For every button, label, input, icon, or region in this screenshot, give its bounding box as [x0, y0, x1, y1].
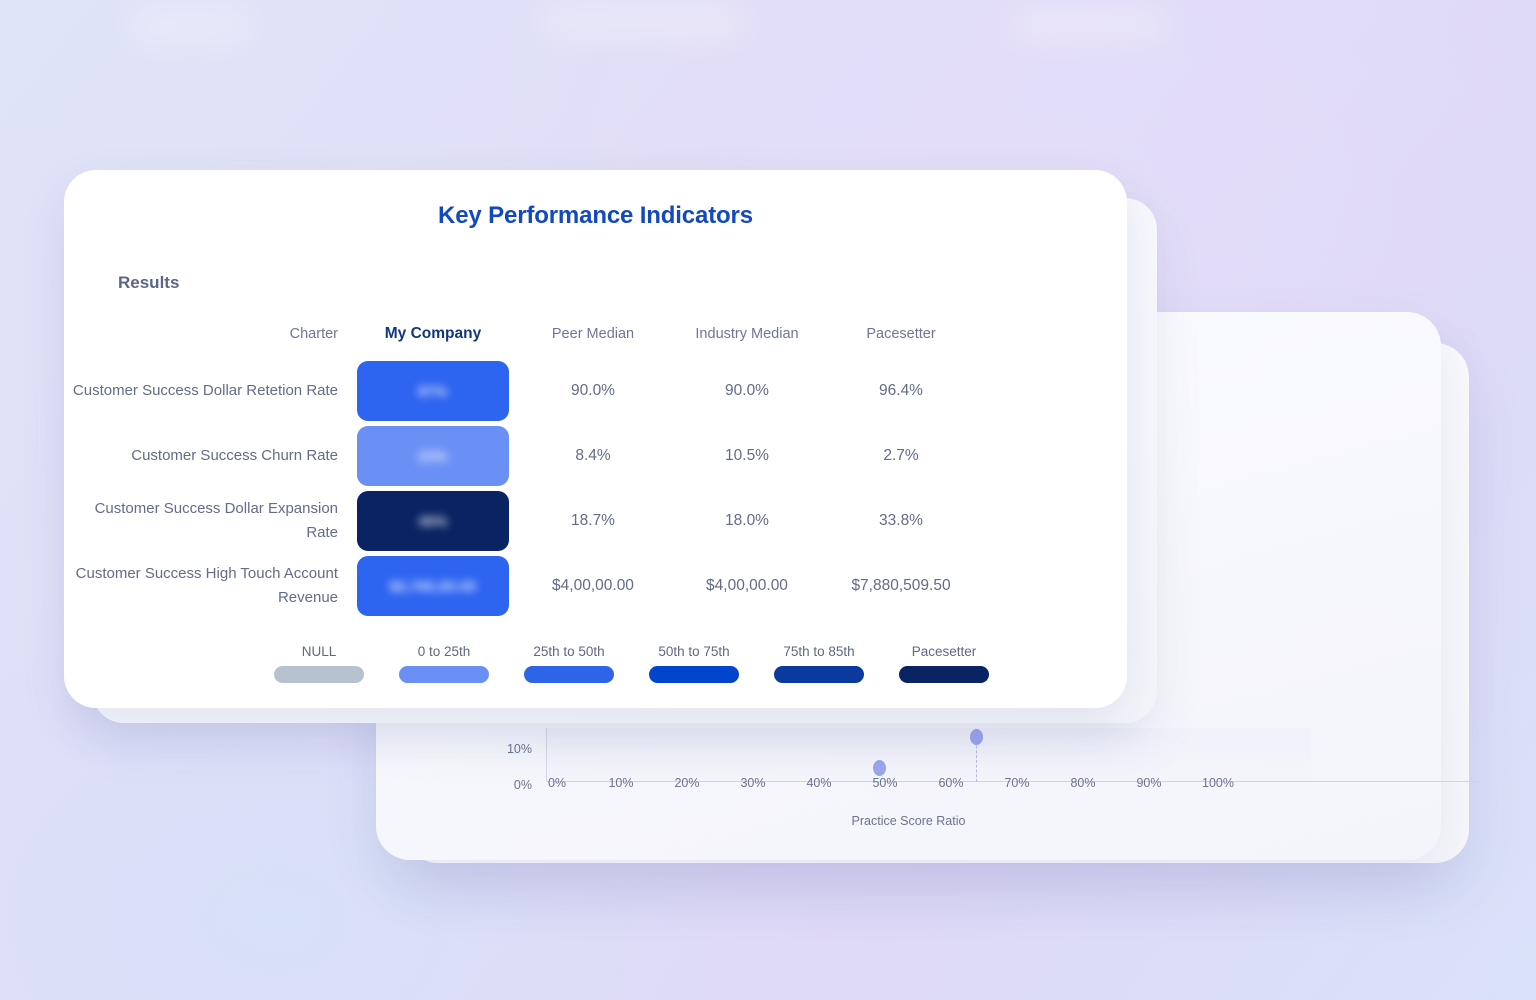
peer-median-value: 8.4% — [575, 446, 611, 464]
chart-ytick-10: 10% — [506, 742, 532, 756]
column-header-pacesetter: Pacesetter — [866, 326, 936, 342]
chart-xtick-80: 80% — [1070, 776, 1096, 790]
background-smudge-right — [1010, 10, 1170, 40]
legend-item-pacesetter[interactable]: Pacesetter — [899, 644, 989, 683]
kpi-card: Key Performance Indicators Results Chart… — [64, 170, 1127, 708]
table-row: Customer Success Dollar Expansion Rate 4… — [64, 488, 1127, 553]
chart-xtick-10: 10% — [608, 776, 634, 790]
charter-label: Customer Success Dollar Expansion Rate — [94, 499, 338, 541]
charter-label: Customer Success Churn Rate — [131, 446, 338, 464]
legend-swatch — [399, 666, 489, 683]
industry-median-value: 18.0% — [725, 511, 769, 529]
table-row: Customer Success Dollar Retetion Rate 87… — [64, 358, 1127, 423]
chart-data-point — [873, 760, 886, 776]
legend-item-50-75[interactable]: 50th to 75th — [649, 644, 739, 683]
background-smudge-mid — [545, 6, 745, 38]
legend-swatch — [774, 666, 864, 683]
chart-xtick-0: 0% — [547, 776, 567, 790]
legend-item-75-85[interactable]: 75th to 85th — [774, 644, 864, 683]
legend-swatch — [524, 666, 614, 683]
column-header-my-company: My Company — [384, 325, 482, 342]
peer-median-value: $4,00,00.00 — [552, 576, 634, 594]
chart-xtick-40: 40% — [806, 776, 832, 790]
my-company-bar[interactable]: $2,760,00.00 — [357, 555, 509, 616]
percentile-legend: NULL 0 to 25th 25th to 50th 50th to 75th… — [274, 644, 989, 683]
pacesetter-value: $7,880,509.50 — [851, 576, 951, 594]
chart-data-point — [970, 729, 983, 745]
background-smudge-left — [130, 8, 250, 42]
chart-xtick-90: 90% — [1136, 776, 1162, 790]
table-header-row: Charter My Company Peer Median Industry … — [64, 310, 1127, 358]
legend-label: 75th to 85th — [783, 644, 855, 659]
my-company-bar[interactable]: 87% — [357, 360, 509, 421]
industry-median-value: 90.0% — [725, 381, 769, 399]
legend-label: 0 to 25th — [417, 644, 471, 659]
legend-swatch — [274, 666, 364, 683]
industry-median-value: 10.5% — [725, 446, 769, 464]
results-section-label: Results — [118, 273, 180, 292]
peer-median-value: 90.0% — [571, 381, 615, 399]
practice-score-chart: 10% 0% 0% 10% 20% 30% 40% 50% 60% 70% 80… — [376, 700, 1481, 860]
chart-xtick-50: 50% — [872, 776, 898, 790]
industry-median-value: $4,00,00.00 — [706, 576, 788, 594]
my-company-value: 87% — [418, 382, 448, 399]
my-company-value: 46% — [418, 512, 448, 529]
legend-label: NULL — [301, 644, 337, 659]
chart-xtick-20: 20% — [674, 776, 700, 790]
table-row: Customer Success Churn Rate 23% 8.4% 10.… — [64, 423, 1127, 488]
kpi-table: Charter My Company Peer Median Industry … — [64, 310, 1127, 618]
charter-label: Customer Success High Touch Account Reve… — [75, 564, 338, 606]
column-header-industry-median: Industry Median — [695, 326, 799, 342]
pacesetter-value: 2.7% — [883, 446, 919, 464]
legend-label: 50th to 75th — [658, 644, 730, 659]
chart-plot-area — [546, 728, 1311, 782]
legend-label: Pacesetter — [911, 644, 977, 659]
legend-item-null[interactable]: NULL — [274, 644, 364, 683]
legend-item-25-50[interactable]: 25th to 50th — [524, 644, 614, 683]
chart-xtick-30: 30% — [740, 776, 766, 790]
legend-swatch — [649, 666, 739, 683]
my-company-value: 23% — [418, 447, 448, 464]
chart-axis-extension — [1311, 781, 1481, 782]
my-company-bar[interactable]: 46% — [357, 490, 509, 551]
pacesetter-value: 96.4% — [879, 381, 923, 399]
chart-xtick-60: 60% — [938, 776, 964, 790]
legend-label: 25th to 50th — [533, 644, 605, 659]
my-company-bar[interactable]: 23% — [357, 425, 509, 486]
legend-swatch — [899, 666, 989, 683]
chart-ytick-0: 0% — [513, 778, 532, 792]
pacesetter-value: 33.8% — [879, 511, 923, 529]
charter-label: Customer Success Dollar Retetion Rate — [72, 381, 338, 399]
column-header-peer-median: Peer Median — [551, 326, 635, 342]
chart-x-axis-label: Practice Score Ratio — [851, 814, 966, 828]
column-header-charter: Charter — [289, 326, 338, 342]
peer-median-value: 18.7% — [571, 511, 615, 529]
legend-item-0-25[interactable]: 0 to 25th — [399, 644, 489, 683]
my-company-value: $2,760,00.00 — [389, 577, 477, 594]
chart-xtick-70: 70% — [1004, 776, 1030, 790]
table-row: Customer Success High Touch Account Reve… — [64, 553, 1127, 618]
chart-xtick-100: 100% — [1202, 776, 1234, 790]
page-title: Key Performance Indicators — [438, 202, 753, 229]
